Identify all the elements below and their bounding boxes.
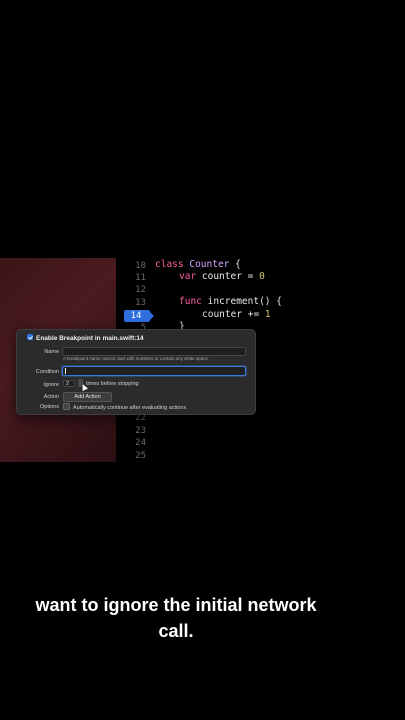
condition-field[interactable] <box>62 366 246 376</box>
name-field[interactable] <box>62 347 246 356</box>
line-number: 10 <box>135 261 146 271</box>
line-number: 12 <box>135 285 146 295</box>
line-number: 13 <box>135 298 146 308</box>
name-label: Name <box>44 349 59 355</box>
checkbox-unchecked-icon[interactable] <box>63 403 70 410</box>
video-caption: want to ignore the initial network call. <box>0 592 352 644</box>
line-number: 25 <box>135 451 146 461</box>
ignore-label: Ignore <box>43 382 59 388</box>
caption-line-2: call. <box>158 621 194 641</box>
line-number: 24 <box>135 438 146 448</box>
text-caret <box>65 368 66 374</box>
line-number: 11 <box>135 273 146 283</box>
code-line-13: func increment() { <box>179 296 282 307</box>
ignore-suffix: times before stopping <box>86 381 139 387</box>
options-label: Options <box>40 404 59 410</box>
auto-continue-option[interactable]: Automatically continue after evaluating … <box>63 403 187 411</box>
name-hint: A breakpoint name cannot start with numb… <box>63 356 210 361</box>
checkbox-checked-icon[interactable] <box>27 334 33 341</box>
code-line-11: var counter = 0 <box>179 271 265 282</box>
condition-label: Condition <box>35 369 59 375</box>
breakpoint-editor-popover: Enable Breakpoint in main.swift:14 Name … <box>16 329 256 415</box>
auto-continue-label: Automatically continue after evaluating … <box>73 404 187 411</box>
enable-breakpoint-toggle[interactable]: Enable Breakpoint in main.swift:14 <box>27 334 144 342</box>
popover-title: Enable Breakpoint in main.swift:14 <box>36 335 144 342</box>
line-number: 23 <box>135 426 146 436</box>
breakpoint-line-number: 14 <box>130 311 142 321</box>
breakpoint-marker[interactable]: 14 <box>124 310 154 322</box>
caption-line-1: want to ignore the initial network <box>35 595 317 615</box>
ignore-count-field[interactable]: 2 <box>63 380 75 387</box>
add-action-button[interactable]: Add Action <box>63 392 112 402</box>
action-label: Action <box>43 394 59 400</box>
code-line-14: counter += 1 <box>202 309 271 320</box>
code-line-10: class Counter { <box>155 259 241 270</box>
